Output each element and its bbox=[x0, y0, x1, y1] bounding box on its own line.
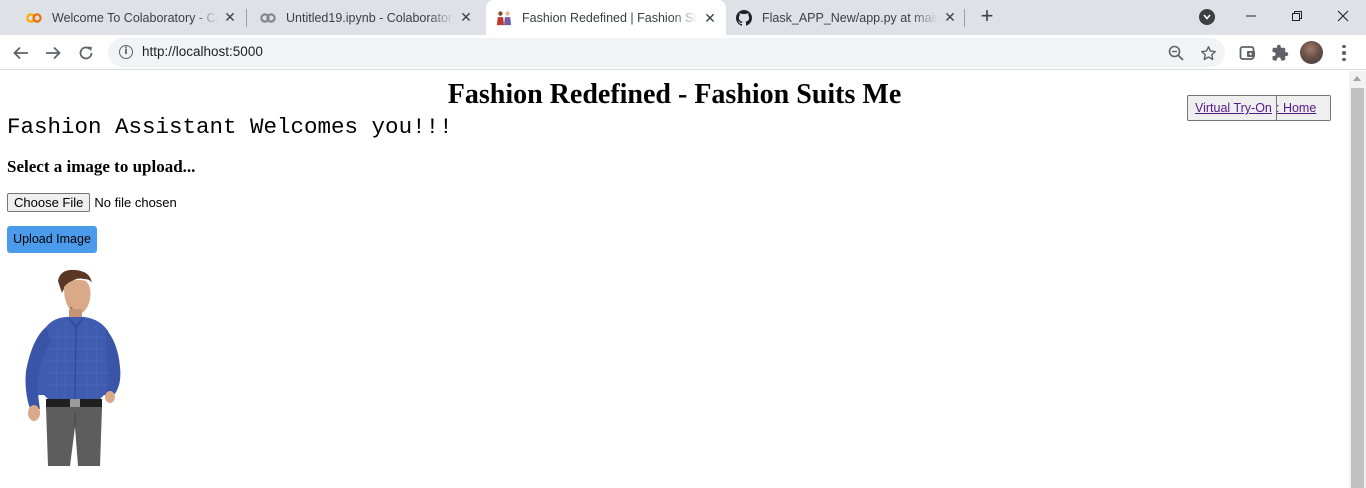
home-link[interactable]: : Home bbox=[1276, 101, 1316, 115]
select-image-label: Select a image to upload... bbox=[7, 157, 196, 176]
tab-close-icon[interactable]: ✕ bbox=[222, 9, 238, 26]
tab-divider bbox=[964, 9, 965, 27]
tab-title: Fashion Redefined | Fashion Suits bbox=[522, 11, 698, 25]
vertical-scrollbar[interactable] bbox=[1349, 71, 1366, 488]
tab-close-icon[interactable]: ✕ bbox=[458, 9, 474, 26]
tab-welcome-colab[interactable]: Welcome To Colaboratory - Colab ✕ bbox=[8, 0, 246, 35]
tab-title: Flask_APP_New/app.py at main · bbox=[762, 10, 938, 25]
page-title: Fashion Redefined - Fashion Suits Me bbox=[447, 79, 902, 110]
reload-icon[interactable] bbox=[73, 40, 99, 66]
address-bar[interactable]: i http://localhost:5000 bbox=[108, 38, 1225, 67]
tab-github-app[interactable]: Flask_APP_New/app.py at main · ✕ bbox=[726, 0, 966, 35]
forward-arrow-icon[interactable] bbox=[40, 40, 66, 66]
url-text[interactable]: http://localhost:5000 bbox=[142, 44, 263, 59]
nav-button-group: : Home Virtual Try-On bbox=[1187, 95, 1331, 121]
minimize-icon[interactable] bbox=[1228, 0, 1274, 32]
colab-icon bbox=[260, 10, 276, 26]
site-info-icon[interactable]: i bbox=[119, 45, 133, 59]
fashion-icon bbox=[496, 10, 512, 26]
tab-strip: Welcome To Colaboratory - Colab ✕ Untitl… bbox=[0, 0, 1366, 36]
man-in-blue-shirt-image bbox=[25, 269, 121, 466]
tab-untitled19[interactable]: Untitled19.ipynb - Colaboratory ✕ bbox=[242, 0, 482, 35]
tab-close-icon[interactable]: ✕ bbox=[942, 9, 958, 26]
puzzle-icon[interactable] bbox=[1270, 43, 1290, 63]
star-icon[interactable] bbox=[1199, 44, 1217, 62]
page-content: Fashion Redefined - Fashion Suits Me Fas… bbox=[0, 71, 1349, 488]
file-status-text: No file chosen bbox=[94, 195, 177, 210]
virtual-tryon-link[interactable]: Virtual Try-On bbox=[1195, 101, 1272, 115]
tab-fashion-redefined[interactable]: Fashion Redefined | Fashion Suits ✕ bbox=[486, 0, 726, 36]
scroll-up-arrow-icon[interactable] bbox=[1353, 76, 1361, 81]
choose-file-button[interactable]: Choose File bbox=[7, 193, 91, 212]
tab-close-icon[interactable]: ✕ bbox=[702, 10, 718, 26]
colab-icon bbox=[26, 10, 42, 26]
browser-toolbar: i http://localhost:5000 bbox=[0, 35, 1366, 70]
upload-image-button[interactable]: Upload Image bbox=[7, 226, 97, 253]
extension-icon[interactable] bbox=[1238, 43, 1258, 63]
restore-icon[interactable] bbox=[1274, 0, 1320, 32]
file-input[interactable]: Choose File No file chosen bbox=[7, 193, 177, 212]
tab-search-icon[interactable] bbox=[1199, 9, 1215, 25]
tab-title: Untitled19.ipynb - Colaboratory bbox=[286, 10, 454, 25]
virtual-tryon-button[interactable]: Virtual Try-On bbox=[1187, 95, 1277, 121]
plus-icon[interactable]: + bbox=[976, 5, 998, 28]
close-icon[interactable] bbox=[1320, 0, 1366, 32]
welcome-heading: Fashion Assistant Welcomes you!!! bbox=[7, 114, 453, 140]
github-icon bbox=[736, 9, 752, 26]
back-arrow-icon[interactable] bbox=[8, 40, 34, 66]
tab-title: Welcome To Colaboratory - Colab bbox=[52, 10, 218, 25]
profile-avatar[interactable] bbox=[1300, 41, 1323, 64]
scroll-thumb[interactable] bbox=[1351, 88, 1364, 488]
menu-icon[interactable] bbox=[1336, 43, 1352, 63]
zoom-icon[interactable] bbox=[1167, 44, 1185, 62]
